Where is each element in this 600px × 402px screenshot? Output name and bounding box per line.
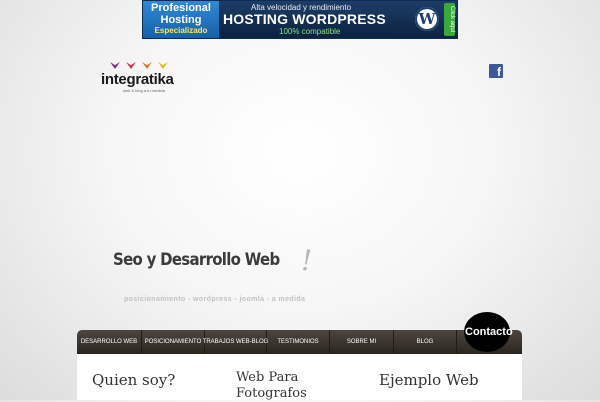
site-logo[interactable]: integratika web & blog a tu medida [101, 62, 181, 93]
slogan-exclamation: ! [301, 244, 313, 277]
column-title-web-fotografos[interactable]: Web Para Fotografos [236, 370, 346, 402]
facebook-icon[interactable]: f [489, 64, 503, 78]
hero-tagline: posicionamiento - wordpress - joomla - a… [124, 296, 306, 303]
hosting-ad-banner[interactable]: Profesional Hosting Especializado Alta v… [142, 0, 458, 39]
banner-left-line2: Hosting [160, 13, 202, 26]
logo-tagline: web & blog a tu medida [123, 88, 165, 93]
banner-left-panel: Profesional Hosting Especializado [143, 1, 219, 38]
content-area: Quien soy? Web Para Fotografos Ejemplo W… [77, 354, 522, 402]
nav-item-testimonios[interactable]: TESTIMONIOS [267, 330, 330, 354]
contact-button[interactable]: Contacto [464, 312, 513, 352]
logo-bird-4 [158, 62, 168, 69]
logo-bird-3 [142, 62, 152, 69]
nav-item-sobre-mi[interactable]: SOBRE MI [330, 330, 394, 354]
banner-left-line3: Especializado [154, 26, 208, 36]
banner-click-tab[interactable]: Click aquí [444, 3, 455, 36]
logo-bird-1 [110, 62, 120, 69]
nav-item-trabajos-web-blog[interactable]: TRABAJOS WEB-BLOG [203, 330, 268, 354]
main-nav: DESARROLLO WEB POSICIONAMIENTO TRABAJOS … [77, 330, 522, 354]
slogan-text: Seo y Desarrollo Web [113, 250, 280, 270]
banner-right-panel: Alta velocidad y rendimiento HOSTING WOR… [219, 1, 457, 38]
wordpress-icon: W [415, 7, 439, 31]
hero-slogan: Seo y Desarrollo Web ! [113, 244, 312, 277]
nav-item-posicionamiento[interactable]: POSICIONAMIENTO [142, 330, 205, 354]
logo-name: integratika [101, 71, 174, 88]
logo-bird-2 [126, 62, 136, 69]
column-title-quien-soy[interactable]: Quien soy? [92, 372, 175, 388]
nav-item-blog[interactable]: BLOG [394, 330, 457, 354]
nav-item-desarrollo-web[interactable]: DESARROLLO WEB [77, 330, 142, 354]
column-title-ejemplo-web[interactable]: Ejemplo Web [379, 372, 479, 388]
